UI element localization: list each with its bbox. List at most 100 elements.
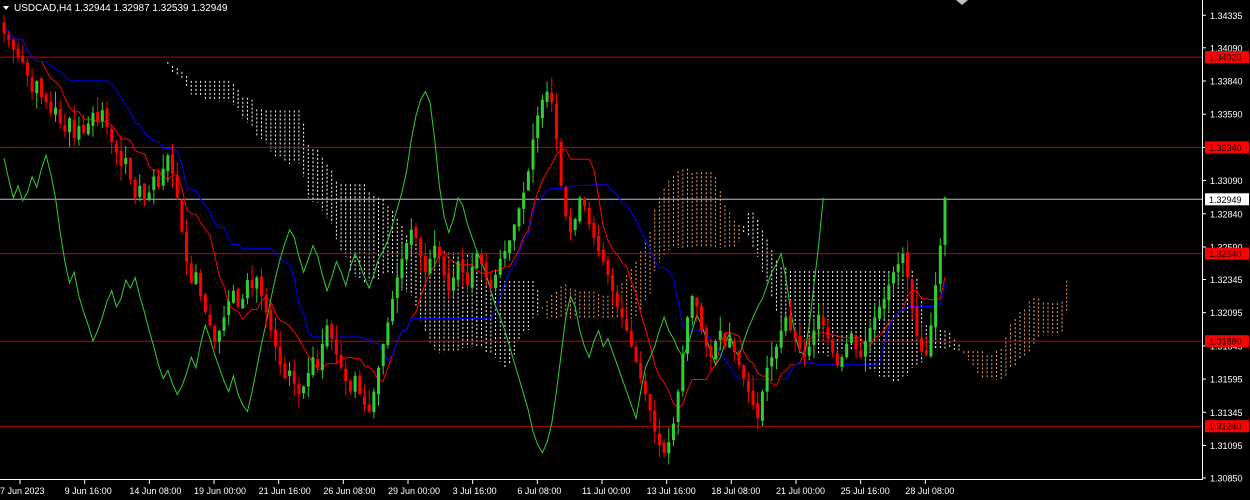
candle-body xyxy=(245,280,249,299)
candle-body xyxy=(854,335,858,350)
chart-window[interactable]: 1.343351.340901.338401.335901.333401.330… xyxy=(0,0,1250,500)
candle[interactable] xyxy=(700,302,704,335)
candle-body xyxy=(920,338,924,352)
candle-body xyxy=(779,330,783,348)
candle-body xyxy=(690,296,694,318)
candle-body xyxy=(344,368,348,382)
candle-body xyxy=(320,343,324,371)
candle[interactable] xyxy=(199,269,203,301)
candle-body xyxy=(494,274,498,289)
candle-body xyxy=(611,275,615,291)
time-tick-label: 18 Jul 08:00 xyxy=(711,486,760,496)
candle-body xyxy=(831,339,835,352)
candle-body xyxy=(142,183,146,201)
candle-body xyxy=(377,367,381,395)
candle-body xyxy=(906,252,910,278)
candle-body xyxy=(536,115,540,139)
time-tick-label: 28 Jul 08:00 xyxy=(905,486,954,496)
candle-body xyxy=(63,125,67,132)
candle-body xyxy=(573,219,577,231)
candle-body xyxy=(568,216,572,233)
price-tick-label: 1.31345 xyxy=(1210,408,1243,418)
candle-body xyxy=(676,391,680,423)
candle-body xyxy=(386,322,390,346)
candle-body xyxy=(821,317,825,326)
candle[interactable] xyxy=(180,198,184,233)
candle-body xyxy=(737,351,741,366)
candle-body xyxy=(180,200,184,233)
candle-body xyxy=(789,315,793,331)
candle-body xyxy=(189,263,193,283)
candle-body xyxy=(213,325,217,342)
candle[interactable] xyxy=(760,389,764,427)
candle-body xyxy=(475,253,479,269)
candle-body xyxy=(405,242,409,260)
candle-body xyxy=(414,227,418,238)
candle-body xyxy=(330,324,334,339)
price-tick-label: 1.31595 xyxy=(1210,375,1243,385)
candle-body xyxy=(798,336,802,350)
candle[interactable] xyxy=(526,168,530,191)
level-price-tag: 1.33340 xyxy=(1209,143,1242,153)
candle-body xyxy=(208,314,212,326)
candle-body xyxy=(133,180,137,198)
candle[interactable] xyxy=(559,138,563,188)
candle-body xyxy=(311,357,315,375)
candle-body xyxy=(274,329,278,347)
candle-body xyxy=(119,150,123,166)
candle-body xyxy=(662,442,666,453)
candle-body xyxy=(358,375,362,395)
candle-body xyxy=(873,317,877,330)
candle-body xyxy=(489,279,493,289)
candle-body xyxy=(470,266,474,288)
price-tick-label: 1.33840 xyxy=(1210,76,1243,86)
candle[interactable] xyxy=(236,287,240,308)
candle-body xyxy=(156,176,160,188)
candle-body xyxy=(943,197,947,245)
candle-body xyxy=(601,249,605,262)
candle-body xyxy=(803,350,807,358)
candle-body xyxy=(587,207,591,225)
candle-body xyxy=(367,404,371,412)
candle-body xyxy=(152,176,156,190)
candle-body xyxy=(171,154,175,174)
candle-body xyxy=(859,350,863,358)
candle-body xyxy=(339,355,343,368)
candle-body xyxy=(938,245,942,284)
candle-body xyxy=(423,255,427,273)
candle[interactable] xyxy=(564,185,568,221)
candle-body xyxy=(807,346,811,356)
level-price-tag: 1.32540 xyxy=(1209,249,1242,259)
candle-body xyxy=(138,185,142,197)
price-tick-label: 1.33090 xyxy=(1210,176,1243,186)
candle[interactable] xyxy=(578,195,582,224)
candle-body xyxy=(746,380,750,392)
candle-body xyxy=(325,325,329,347)
candle-body xyxy=(498,258,502,275)
candle-body xyxy=(554,104,558,140)
candle-body xyxy=(199,272,203,297)
candle[interactable] xyxy=(714,339,718,360)
candle-body xyxy=(21,55,25,63)
candle-body xyxy=(128,157,132,180)
candle-body xyxy=(302,386,306,394)
price-tick-label: 1.30850 xyxy=(1210,474,1243,484)
candle-body xyxy=(648,394,652,411)
candle-body xyxy=(288,370,292,376)
price-tick-label: 1.34335 xyxy=(1210,11,1243,21)
candle-body xyxy=(110,128,114,143)
candle-body xyxy=(82,124,86,133)
candle-body xyxy=(657,433,661,445)
level-price-tag: 1.31880 xyxy=(1209,337,1242,347)
price-tick-label: 1.32345 xyxy=(1210,275,1243,285)
candle[interactable] xyxy=(203,292,207,315)
candle-body xyxy=(924,350,928,355)
candle-body xyxy=(910,280,914,310)
candle-body xyxy=(583,198,587,206)
time-tick-label: 14 Jun 08:00 xyxy=(129,486,181,496)
candle-body xyxy=(695,297,699,307)
candle-body xyxy=(868,327,872,342)
price-tick-label: 1.32095 xyxy=(1210,308,1243,318)
candle-body xyxy=(774,346,778,359)
candle-body xyxy=(7,35,11,40)
